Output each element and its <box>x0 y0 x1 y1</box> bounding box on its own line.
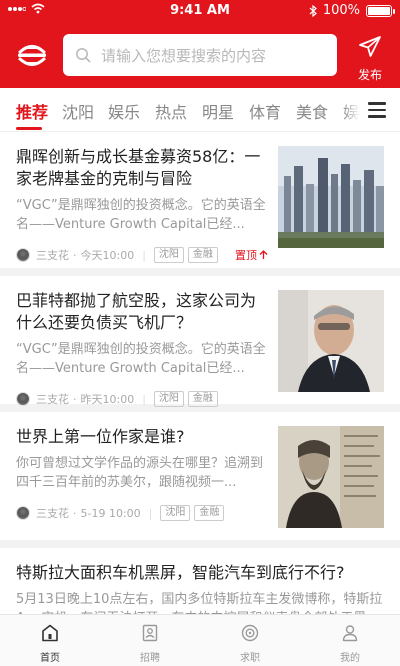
tab-hot[interactable]: 热点 <box>155 99 187 123</box>
article-card[interactable]: 巴菲特都抛了航空股，这家公司为什么还要负债买飞机厂？ “VGC”是鼎晖独创的投资… <box>0 276 400 407</box>
tab-sports[interactable]: 体育 <box>249 99 281 123</box>
tab-recommend[interactable]: 推荐 <box>16 99 48 123</box>
article-title[interactable]: 世界上第一位作家是谁? <box>16 426 268 448</box>
article-author: 三支花 <box>36 393 69 406</box>
article-title[interactable]: 鼎晖创新与成长基金募资58亿：一家老牌基金的克制与冒险 <box>16 146 268 190</box>
nav-mine-label: 我的 <box>340 653 360 664</box>
nav-mine[interactable]: 我的 <box>300 615 400 666</box>
article-feed[interactable]: 鼎晖创新与成长基金募资58亿：一家老牌基金的克制与冒险 “VGC”是鼎晖独创的投… <box>0 132 400 614</box>
nav-recruit[interactable]: 招聘 <box>100 615 200 666</box>
article-time: 今天10:00 <box>80 249 135 262</box>
article-title[interactable]: 巴菲特都抛了航空股，这家公司为什么还要负债买飞机厂？ <box>16 290 268 334</box>
status-bar: 9:41 AM 100% <box>0 0 400 22</box>
app-logo <box>18 45 46 66</box>
article-card[interactable]: 鼎晖创新与成长基金募资58亿：一家老牌基金的克制与冒险 “VGC”是鼎晖独创的投… <box>0 132 400 268</box>
tab-food[interactable]: 美食 <box>296 99 328 123</box>
article-author: 三支花 <box>36 249 69 262</box>
search-input[interactable]: 请输入您想要搜索的内容 <box>63 34 337 76</box>
nav-job-seek[interactable]: 求职 <box>200 615 300 666</box>
article-tag: 沈阳 <box>153 391 184 407</box>
article-meta: 三支花 · 昨天10:00 | 沈阳 金融 <box>16 386 268 412</box>
nav-home-label: 首页 <box>40 653 60 664</box>
tab-stars[interactable]: 明星 <box>202 99 234 123</box>
article-card[interactable]: 特斯拉大面积车机黑屏，智能汽车到底行不行? 5月13日晚上10点左右，国内多位特… <box>0 548 400 614</box>
category-tabs: 推荐 沈阳 娱乐 热点 明星 体育 美食 娱 <box>0 88 400 132</box>
home-icon <box>42 624 58 642</box>
menu-icon[interactable] <box>368 102 386 118</box>
article-summary: “VGC”是鼎晖独创的投资概念。它的英语全名——Venture Growth C… <box>16 342 266 376</box>
avatar <box>16 392 30 406</box>
search-icon <box>76 48 91 63</box>
article-meta: 三支花 · 5-19 10:00 | 沈阳 金融 <box>16 500 268 526</box>
article-time: 5-19 10:00 <box>80 506 141 520</box>
article-tag: 金融 <box>194 505 225 521</box>
nav-home[interactable]: 首页 <box>0 615 100 666</box>
battery-percent: 100% <box>322 3 360 18</box>
article-summary: “VGC”是鼎晖独创的投资概念。它的英语全名——Venture Growth C… <box>16 198 266 232</box>
bluetooth-icon <box>309 4 317 17</box>
avatar <box>16 506 30 520</box>
user-icon <box>342 625 358 642</box>
article-tag: 沈阳 <box>153 247 184 263</box>
id-card-icon <box>142 624 158 642</box>
article-tag: 金融 <box>187 391 218 407</box>
article-title[interactable]: 特斯拉大面积车机黑屏，智能汽车到底行不行? <box>16 562 384 584</box>
publish-button[interactable]: 发布 <box>350 34 390 82</box>
article-tag: 沈阳 <box>160 505 191 521</box>
tab-entertainment[interactable]: 娱乐 <box>108 99 140 123</box>
tab-active-indicator <box>16 127 42 130</box>
pinned-label: 置顶 <box>235 249 257 262</box>
nav-job-seek-label: 求职 <box>240 653 260 664</box>
send-icon <box>359 36 381 57</box>
article-author: 三支花 <box>36 507 69 520</box>
tab-shenyang[interactable]: 沈阳 <box>62 99 94 123</box>
arrow-up-icon <box>259 250 268 259</box>
article-thumbnail <box>278 146 384 248</box>
article-meta: 三支花 · 今天10:00 | 沈阳 金融 置顶 <box>16 242 268 268</box>
article-thumbnail <box>278 290 384 392</box>
article-time: 昨天10:00 <box>80 393 135 406</box>
article-tag: 金融 <box>187 247 218 263</box>
article-summary: 你可曾想过文学作品的源头在哪里？追溯到四千三百年前的苏美尔，跟随视频一... <box>16 456 264 490</box>
pinned-badge: 置顶 <box>235 247 268 263</box>
search-placeholder: 请输入您想要搜索的内容 <box>101 46 267 65</box>
article-thumbnail <box>278 426 384 528</box>
article-summary: 5月13日晚上10点左右，国内多位特斯拉车主发微博称，特斯拉App宕机，车门无法… <box>16 592 383 614</box>
nav-recruit-label: 招聘 <box>140 653 160 664</box>
bottom-navigation: 首页 招聘 求职 我的 <box>0 614 400 666</box>
publish-label: 发布 <box>357 68 382 82</box>
target-icon <box>241 624 259 642</box>
avatar <box>16 248 30 262</box>
battery-icon <box>366 4 395 17</box>
app-header: 9:41 AM 100% 请输入您想要搜索的内容 发布 <box>0 0 400 88</box>
article-card[interactable]: 世界上第一位作家是谁? 你可曾想过文学作品的源头在哪里？追溯到四千三百年前的苏美… <box>0 412 400 540</box>
